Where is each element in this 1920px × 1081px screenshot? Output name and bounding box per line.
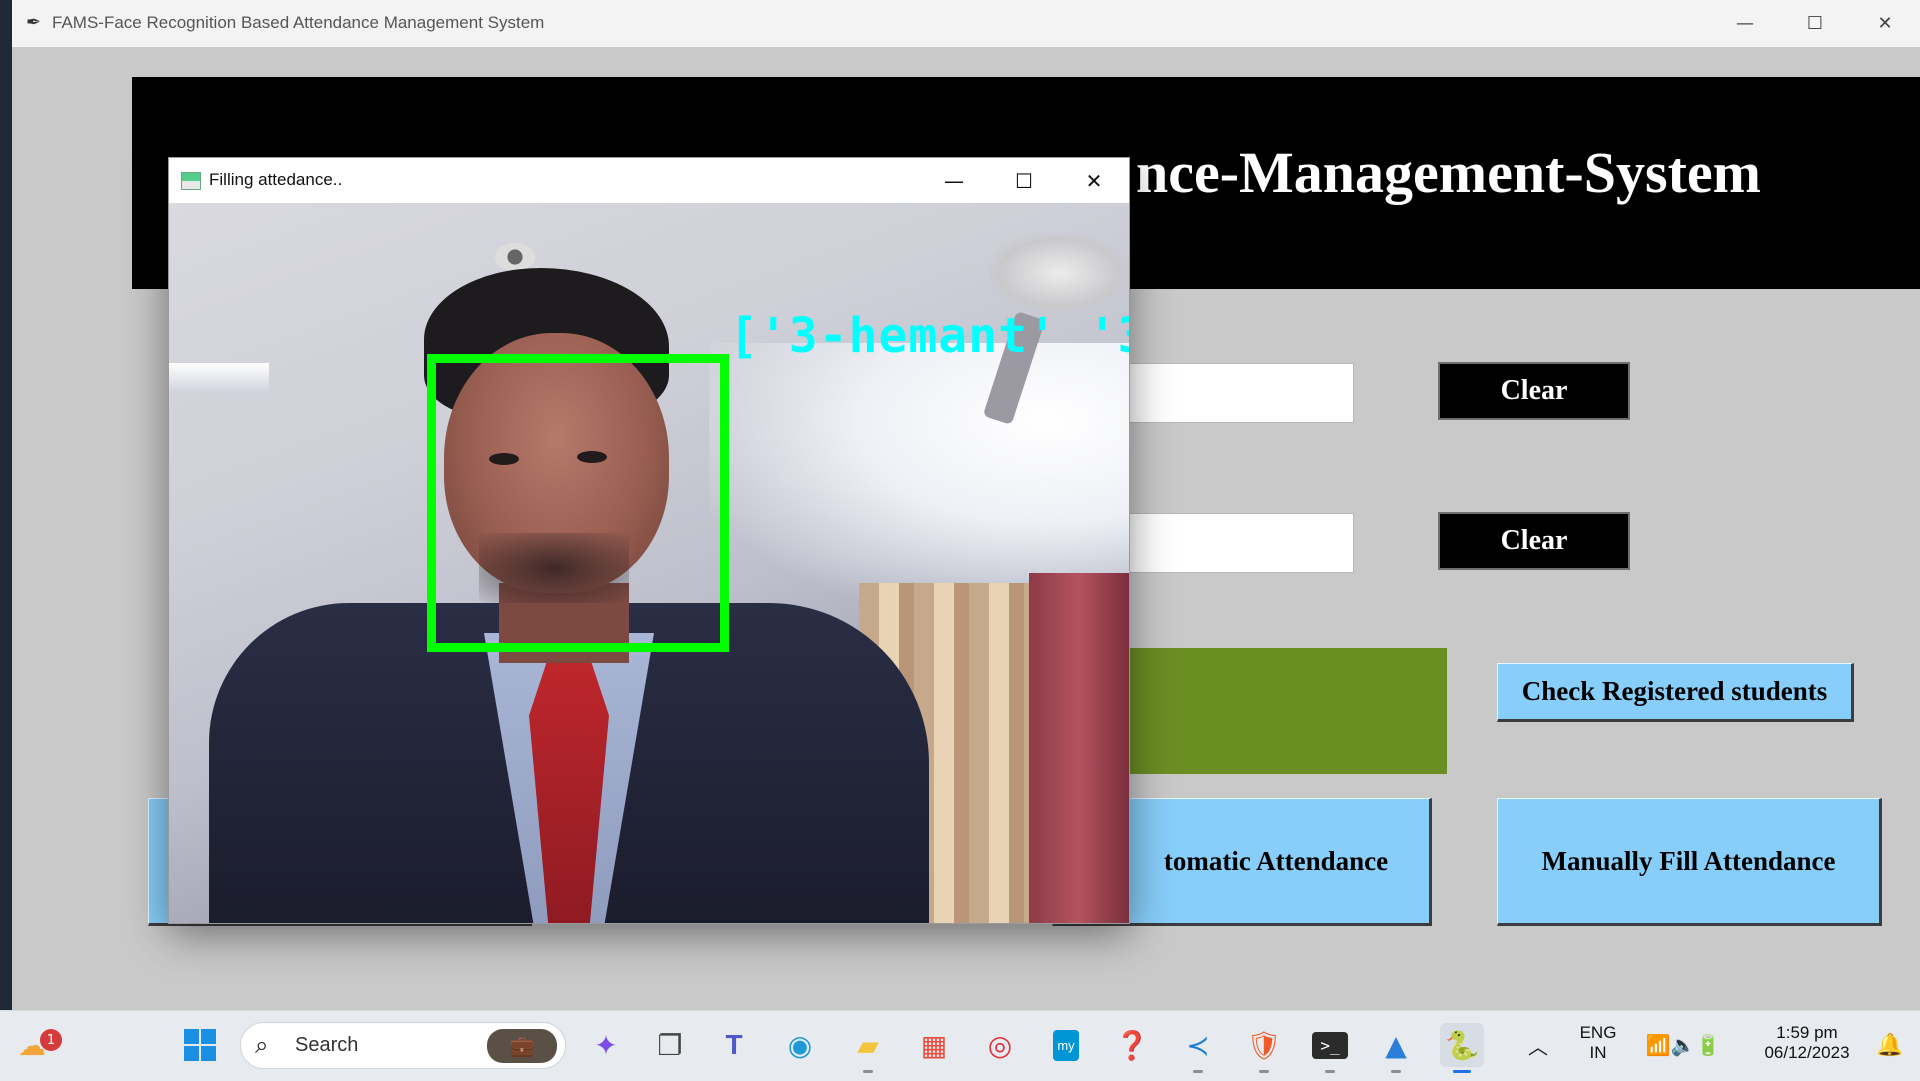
app-red-button[interactable]: ◎ [978, 1023, 1022, 1067]
vscode-icon: ≺ [1186, 1028, 1210, 1062]
taskbar-search[interactable]: ⌕ Search 💼 [240, 1022, 566, 1069]
camera-window: Filling attedance.. — ☐ ✕ ['3-hemant' '3… [168, 157, 1130, 924]
ceiling-camera [495, 243, 535, 271]
language-line2: IN [1589, 1043, 1607, 1062]
language-indicator[interactable]: ENG IN [1570, 1023, 1626, 1063]
task-view-icon: ❐ [657, 1028, 683, 1062]
minimize-icon: — [1736, 13, 1754, 34]
maximize-button[interactable]: ☐ [1780, 0, 1850, 47]
camera-titlebar[interactable]: Filling attedance.. — ☐ ✕ [169, 158, 1129, 203]
close-icon: ✕ [1085, 168, 1103, 193]
vscode-button[interactable]: ≺ [1176, 1023, 1220, 1067]
name-entry[interactable] [1122, 513, 1354, 573]
face-recognition-label: ['3-hemant' '3- [729, 308, 1129, 364]
ceiling-fan [989, 233, 1129, 313]
app-red-icon: ◎ [987, 1028, 1013, 1062]
main-titlebar[interactable]: ✒ FAMS-Face Recognition Based Attendance… [12, 0, 1920, 48]
clear-button-1[interactable]: Clear [1438, 362, 1630, 420]
maximize-icon: ☐ [1015, 168, 1033, 193]
camera-minimize-button[interactable]: — [919, 158, 989, 203]
header-title: nce-Management-System [1136, 140, 1761, 205]
help-button[interactable]: ❓ [1110, 1023, 1154, 1067]
file-explorer-icon: ▰ [857, 1028, 879, 1062]
photos-button[interactable]: ▲ [1374, 1023, 1418, 1067]
wifi-icon: 📶 [1645, 1033, 1671, 1057]
search-icon: ⌕ [255, 1031, 269, 1059]
minimize-button[interactable]: — [1710, 0, 1780, 47]
brave-icon: 🛡 [1246, 1028, 1282, 1062]
teams-icon: T [725, 1029, 743, 1060]
camera-window-icon [181, 172, 201, 190]
clear-button-2[interactable]: Clear [1438, 512, 1630, 570]
clock-date: 06/12/2023 [1764, 1043, 1850, 1062]
close-icon: ✕ [1877, 13, 1893, 34]
task-view-button[interactable]: ❐ [648, 1023, 692, 1067]
background-shelf [169, 363, 269, 393]
start-button[interactable] [178, 1023, 222, 1067]
main-window-title: FAMS-Face Recognition Based Attendance M… [52, 13, 545, 32]
taskbar: ☁ 1 ⌕ Search 💼 ✦ ❐ T ◉ ▰ ▦ ◎ my ❓ ≺ 🛡 >_… [0, 1010, 1920, 1081]
store-button[interactable]: ▦ [912, 1023, 956, 1067]
brave-indicator [1259, 1070, 1269, 1073]
file-explorer-indicator [863, 1070, 873, 1073]
enrollment-entry[interactable] [1122, 363, 1354, 423]
store-icon: ▦ [920, 1028, 948, 1062]
chevron-up-icon: ︿ [1528, 1034, 1548, 1059]
photos-icon: ▲ [1385, 1028, 1407, 1062]
notification-panel [1122, 648, 1447, 774]
curtain-red [1029, 573, 1129, 923]
clock-time: 1:59 pm [1776, 1023, 1838, 1042]
brave-button[interactable]: 🛡 [1242, 1023, 1286, 1067]
battery-icon: 🔋 [1695, 1033, 1721, 1057]
volume-icon: 🔈 [1670, 1033, 1696, 1057]
file-explorer-button[interactable]: ▰ [846, 1023, 890, 1067]
teams-button[interactable]: T [712, 1023, 756, 1067]
bell-icon: 🔔 [1876, 1032, 1904, 1058]
copilot-icon: ✦ [594, 1028, 618, 1062]
edge-icon: ◉ [787, 1028, 813, 1062]
camera-maximize-button[interactable]: ☐ [989, 158, 1059, 203]
myhp-button[interactable]: my [1044, 1023, 1088, 1067]
face-detection-box [427, 354, 729, 652]
notifications-button[interactable]: 🔔 [1868, 1023, 1912, 1067]
python-indicator [1453, 1070, 1471, 1073]
copilot-button[interactable]: ✦ [584, 1023, 628, 1067]
system-tray-status[interactable]: 📶 🔈 🔋 [1628, 1023, 1738, 1067]
terminal-button[interactable]: >_ [1308, 1023, 1352, 1067]
weather-badge: 1 [40, 1029, 62, 1051]
clock[interactable]: 1:59 pm 06/12/2023 [1752, 1023, 1862, 1063]
terminal-indicator [1325, 1070, 1335, 1073]
vscode-indicator [1193, 1070, 1203, 1073]
camera-feed: ['3-hemant' '3- [169, 203, 1129, 923]
camera-close-button[interactable]: ✕ [1059, 158, 1129, 203]
terminal-icon: >_ [1312, 1031, 1348, 1059]
edge-button[interactable]: ◉ [778, 1023, 822, 1067]
photos-indicator [1391, 1070, 1401, 1073]
manual-attendance-button[interactable]: Manually Fill Attendance [1497, 798, 1882, 926]
camera-window-title: Filling attedance.. [209, 170, 343, 189]
search-placeholder: Search [295, 1034, 359, 1056]
briefcase-icon: 💼 [487, 1029, 557, 1063]
weather-widget[interactable]: ☁ 1 [10, 1023, 62, 1067]
minimize-icon: — [944, 168, 964, 193]
maximize-icon: ☐ [1806, 13, 1824, 34]
python-button[interactable]: 🐍 [1440, 1023, 1484, 1067]
desktop: ✒ FAMS-Face Recognition Based Attendance… [0, 0, 1920, 1081]
python-icon: 🐍 [1444, 1028, 1480, 1062]
close-button[interactable]: ✕ [1850, 0, 1920, 47]
feather-icon: ✒ [26, 12, 42, 33]
check-registered-button[interactable]: Check Registered students [1497, 663, 1854, 722]
start-icon [184, 1029, 216, 1061]
show-hidden-icons-button[interactable]: ︿ [1516, 1023, 1560, 1067]
background-wall [709, 343, 1129, 603]
myhp-icon: my [1053, 1029, 1079, 1061]
help-icon: ❓ [1114, 1028, 1150, 1062]
language-line1: ENG [1579, 1023, 1617, 1042]
